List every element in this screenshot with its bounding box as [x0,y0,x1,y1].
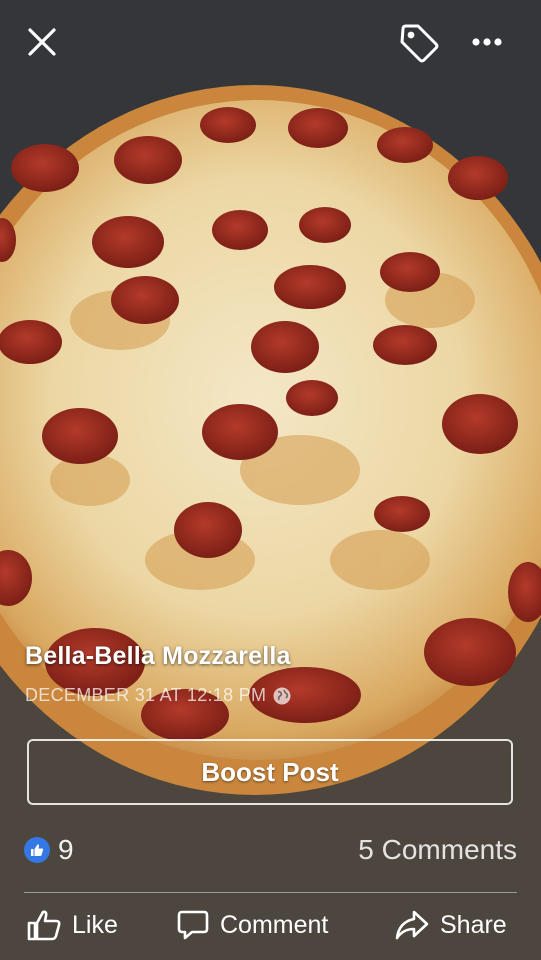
tag-icon[interactable] [396,20,442,66]
like-label: Like [72,910,118,939]
comment-label: Comment [220,910,329,939]
comment-icon [177,910,209,940]
post-timestamp[interactable]: DECEMBER 31 AT 12:18 PM [25,685,266,706]
like-reaction-icon [24,837,50,863]
share-button[interactable]: Share [394,908,507,942]
comment-button[interactable]: Comment [176,908,328,942]
action-bar: Like Comment Share [0,900,541,956]
post-stats: 9 5 Comments [24,830,517,870]
boost-post-button[interactable]: Boost Post [27,739,513,805]
close-icon[interactable] [22,22,62,62]
post-caption: Bella-Bella Mozzarella DECEMBER 31 AT 12… [25,642,515,706]
like-button[interactable]: Like [26,908,118,942]
thumbs-up-icon [27,910,61,941]
share-icon [395,910,429,940]
likes-count: 9 [58,834,74,865]
post-meta: DECEMBER 31 AT 12:18 PM [25,685,515,706]
top-bar [0,0,541,84]
more-icon[interactable] [466,24,508,60]
share-label: Share [440,910,507,939]
post-photo[interactable] [0,0,541,960]
comments-count[interactable]: 5 Comments [358,834,517,866]
post-title: Bella-Bella Mozzarella [25,642,291,670]
likes-summary[interactable]: 9 [24,834,74,866]
divider [24,892,517,893]
pizza-image [0,0,541,960]
globe-icon [273,687,291,704]
